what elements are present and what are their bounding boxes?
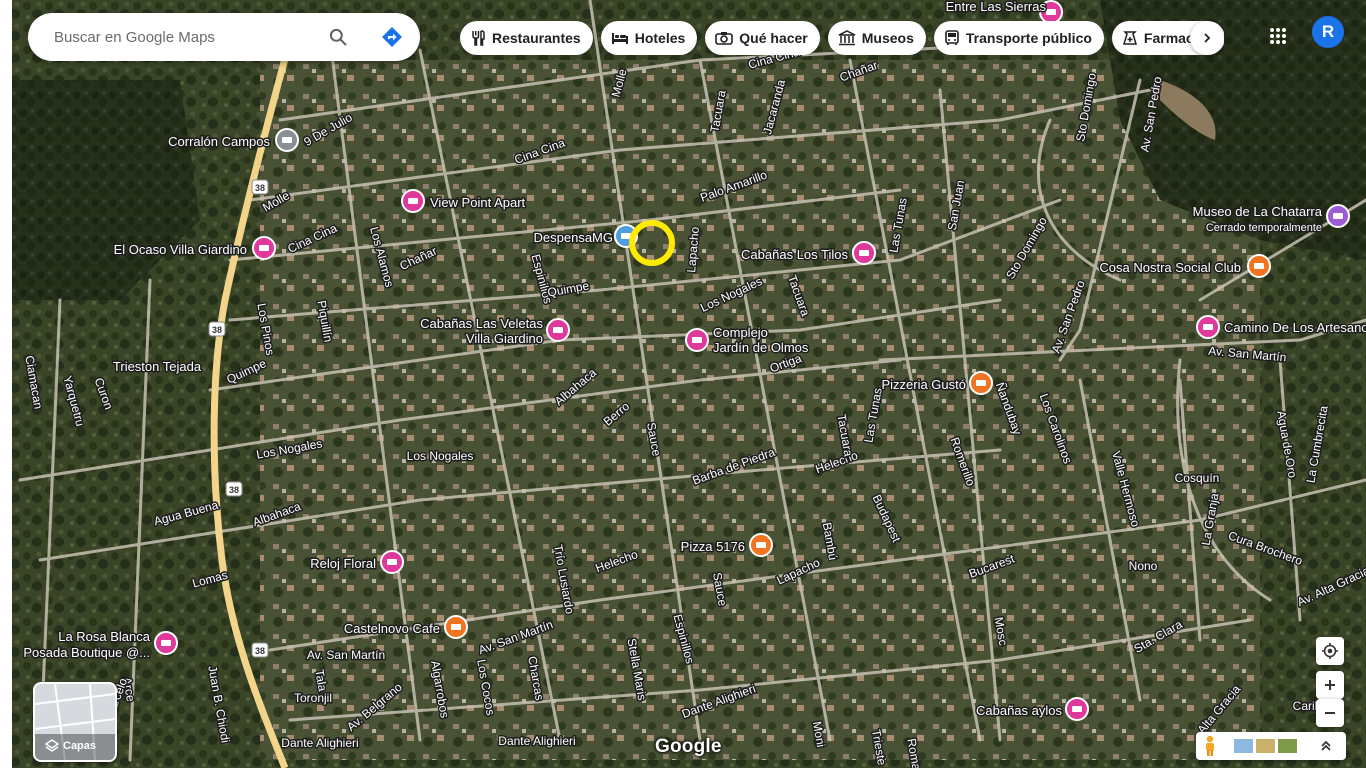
street-label: Cosquín (1175, 471, 1220, 485)
street-label: Toronjil (294, 691, 332, 705)
place-label[interactable]: Cosa Nostra Social Club (1098, 259, 1243, 277)
plus-icon (1325, 680, 1335, 690)
svg-text:38: 38 (255, 646, 265, 656)
place-pin-hotel[interactable] (401, 189, 425, 213)
imagery-thumbnail-sky[interactable] (1234, 739, 1253, 753)
imagery-thumbnail-terrain[interactable] (1256, 739, 1275, 753)
layers-icon (45, 739, 59, 752)
place-pin-museum[interactable] (1326, 204, 1350, 228)
camera-icon (715, 32, 734, 45)
place-sublabel: Cerrado temporalmente (1206, 222, 1322, 234)
search-icon (329, 28, 347, 46)
chevron-right-icon (1204, 33, 1211, 43)
chip-label: Hoteles (634, 30, 686, 46)
street-label: Los Nogales (407, 449, 474, 463)
place-sublabel: Jardín de Olmos (713, 340, 809, 355)
place-label[interactable]: Pizza 5176 (679, 538, 746, 556)
street-label: Dante Alighieri (281, 736, 358, 750)
search-input[interactable] (52, 27, 326, 47)
place-label[interactable]: Trieston Tejada (111, 358, 203, 376)
place-pin-food[interactable] (749, 533, 773, 557)
chip-label: Museos (861, 30, 914, 46)
my-location-button[interactable] (1316, 637, 1344, 665)
route-shield-label: 38 (255, 183, 265, 193)
place-pin-hotel[interactable] (1065, 697, 1089, 721)
bed-icon (611, 33, 628, 44)
apps-grid-icon (1270, 28, 1286, 44)
place-pin-gray[interactable] (275, 128, 299, 152)
place-label[interactable]: Pizzeria Gustó (880, 376, 968, 394)
place-sublabel: Villa Giardino (466, 331, 543, 346)
place-label[interactable]: La Rosa Blanca (57, 628, 153, 646)
imagery-thumbnails[interactable] (1234, 739, 1297, 753)
svg-text:38: 38 (229, 485, 239, 495)
place-pin-food[interactable] (969, 371, 993, 395)
place-pin-hotel[interactable] (154, 631, 178, 655)
place-label[interactable]: DespensaMG (532, 229, 614, 247)
place-pin-hotel[interactable] (252, 236, 276, 260)
fork-knife-icon (472, 30, 485, 46)
street-label: Dante Alighieri (498, 734, 575, 748)
chip-que-hacer[interactable]: Qué hacer (705, 21, 820, 55)
chip-label: Qué hacer (739, 30, 808, 46)
zoom-in-button[interactable] (1316, 671, 1344, 699)
place-label[interactable]: Camino De Los Artesanos (1223, 319, 1366, 337)
layers-button[interactable]: Capas (33, 682, 117, 762)
place-pin-food[interactable] (444, 615, 468, 639)
google-apps-button[interactable] (1262, 20, 1294, 52)
pegman-icon[interactable] (1202, 735, 1218, 757)
chip-label: Transporte público (965, 30, 1092, 46)
place-label[interactable]: Castelnovo Cafe (342, 620, 441, 638)
route-38-shield: 38 (251, 179, 269, 195)
route-38-shield: 38 (208, 321, 226, 337)
imagery-thumbnail-field[interactable] (1278, 739, 1297, 753)
place-label[interactable]: El Ocaso Villa Giardino (112, 241, 248, 259)
search-box[interactable] (28, 13, 420, 61)
chip-restaurantes[interactable]: Restaurantes (460, 21, 593, 55)
place-pin-attraction[interactable] (685, 328, 709, 352)
street-label: Av. San Martín (307, 648, 385, 662)
chip-label: Restaurantes (492, 30, 581, 46)
chip-museos[interactable]: Museos (827, 21, 926, 55)
place-label[interactable]: Museo de La Chatarra (1191, 203, 1324, 221)
layers-label: Capas (63, 740, 97, 752)
place-pin-hotel[interactable] (546, 318, 570, 342)
category-chips: Restaurantes Hoteles Qué hacer Museos Tr… (460, 21, 1224, 55)
zoom-out-button[interactable] (1316, 699, 1344, 727)
place-label[interactable]: Complejo (712, 324, 770, 342)
minus-icon (1325, 712, 1335, 714)
svg-text:38: 38 (212, 325, 222, 335)
place-label[interactable]: Entre Las Sierras (944, 0, 1048, 16)
chips-scroll-right-button[interactable] (1190, 21, 1224, 55)
search-button[interactable] (318, 13, 358, 61)
chip-hoteles[interactable]: Hoteles (600, 21, 698, 55)
account-avatar[interactable]: R (1312, 16, 1344, 48)
bottom-controls (1196, 732, 1346, 760)
google-logo: Google (655, 736, 722, 757)
place-pin-attraction[interactable] (380, 550, 404, 574)
place-label[interactable]: View Point Apart (429, 194, 528, 212)
place-label[interactable]: Reloj Floral (309, 555, 378, 573)
place-label[interactable]: Cabañas Las Veletas (419, 315, 545, 333)
street-label: Nono (1129, 559, 1158, 573)
my-location-icon (1322, 643, 1338, 659)
route-38-shield: 38 (251, 642, 269, 658)
place-sublabel: Posada Boutique @... (23, 645, 150, 660)
place-pin-hotel[interactable] (852, 241, 876, 265)
place-label[interactable]: Cabañas aylos (975, 702, 1064, 720)
place-pin-attraction[interactable] (1196, 315, 1220, 339)
chip-transporte-publico[interactable]: Transporte público (933, 21, 1104, 55)
satellite-map[interactable]: 38 38 38 38 MolleCina Cina ChañarCina Cin… (0, 0, 1366, 768)
place-pin-food[interactable] (1247, 254, 1271, 278)
bus-icon (945, 30, 959, 45)
museum-icon (838, 30, 856, 46)
expand-up-icon[interactable] (1319, 739, 1333, 753)
directions-icon (382, 27, 402, 47)
directions-button[interactable] (372, 13, 412, 61)
place-label[interactable]: Corralón Campos (167, 133, 272, 151)
place-label[interactable]: Cabañas Los Tilos (740, 246, 850, 264)
pharmacy-icon (1122, 31, 1137, 45)
street-label: Caril (1293, 699, 1318, 713)
route-38-shield: 38 (225, 481, 243, 497)
